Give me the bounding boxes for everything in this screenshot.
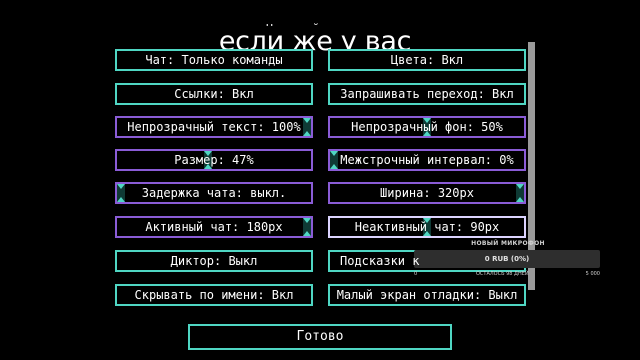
chat-delay-slider[interactable]: Задержка чата: выкл. xyxy=(115,182,313,204)
hide-matched-names-button[interactable]: Скрывать по имени: Вкл xyxy=(115,284,313,306)
slider-handle[interactable] xyxy=(330,151,338,169)
donation-scale-min: 0 xyxy=(414,271,418,277)
slider-handle[interactable] xyxy=(303,118,311,136)
reduced-debug-info-label: Малый экран отладки: Выкл xyxy=(336,288,518,302)
line-spacing-slider[interactable]: Межстрочный интервал: 0% xyxy=(328,149,526,171)
chat-scale-slider[interactable]: Размер: 47% xyxy=(115,149,313,171)
prompt-links-label: Запрашивать переход: Вкл xyxy=(340,87,514,101)
focused-height-slider[interactable]: Активный чат: 180px xyxy=(115,216,313,238)
web-links-label: Ссылки: Вкл xyxy=(174,87,254,101)
chat-colors-button[interactable]: Цвета: Вкл xyxy=(328,49,526,71)
donation-scale-max: 5 000 xyxy=(585,271,600,277)
chat-colors-label: Цвета: Вкл xyxy=(390,53,464,67)
line-spacing-label: Межстрочный интервал: 0% xyxy=(340,153,514,167)
command-suggestions-label: Подсказки к xyxy=(340,254,420,268)
chat-width-label: Ширина: 320px xyxy=(380,186,474,200)
narrator-label: Диктор: Выкл xyxy=(170,254,258,268)
background-opacity-label: Непрозрачный фон: 50% xyxy=(351,120,503,134)
hide-matched-names-label: Скрывать по имени: Вкл xyxy=(134,288,294,302)
unfocused-height-slider[interactable]: Неактивный чат: 90px xyxy=(328,216,526,238)
narrator-button[interactable]: Диктор: Выкл xyxy=(115,250,313,272)
chat-delay-label: Задержка чата: выкл. xyxy=(141,186,287,200)
chat-width-slider[interactable]: Ширина: 320px xyxy=(328,182,526,204)
done-button[interactable]: Готово xyxy=(188,324,452,350)
donation-remaining: ОСТАЛОСЬ 98 ДНЕЙ xyxy=(476,271,529,277)
web-links-button[interactable]: Ссылки: Вкл xyxy=(115,83,313,105)
donation-goal-widget: НОВЫЙ МИКРОФОН 0 RUB (0%) 0 ОСТАЛОСЬ 98 … xyxy=(414,240,602,282)
donation-amount: 0 RUB (0%) xyxy=(484,255,530,263)
chat-scale-label: Размер: 47% xyxy=(174,153,254,167)
text-opacity-slider[interactable]: Непрозрачный текст: 100% xyxy=(115,116,313,138)
reduced-debug-info-button[interactable]: Малый экран отладки: Выкл xyxy=(328,284,526,306)
slider-handle[interactable] xyxy=(117,184,125,202)
text-opacity-label: Непрозрачный текст: 100% xyxy=(127,120,301,134)
donation-goal-title: НОВЫЙ МИКРОФОН xyxy=(471,240,545,247)
focused-height-label: Активный чат: 180px xyxy=(145,220,283,234)
slider-handle[interactable] xyxy=(516,184,524,202)
donation-scale: 0 ОСТАЛОСЬ 98 ДНЕЙ 5 000 xyxy=(414,271,600,279)
unfocused-height-label: Неактивный чат: 90px xyxy=(354,220,500,234)
background-opacity-slider[interactable]: Непрозрачный фон: 50% xyxy=(328,116,526,138)
donation-progress-bar: 0 RUB (0%) xyxy=(414,250,600,268)
chat-visibility-button[interactable]: Чат: Только команды xyxy=(115,49,313,71)
prompt-links-button[interactable]: Запрашивать переход: Вкл xyxy=(328,83,526,105)
slider-handle[interactable] xyxy=(303,218,311,236)
chat-visibility-label: Чат: Только команды xyxy=(145,53,283,67)
